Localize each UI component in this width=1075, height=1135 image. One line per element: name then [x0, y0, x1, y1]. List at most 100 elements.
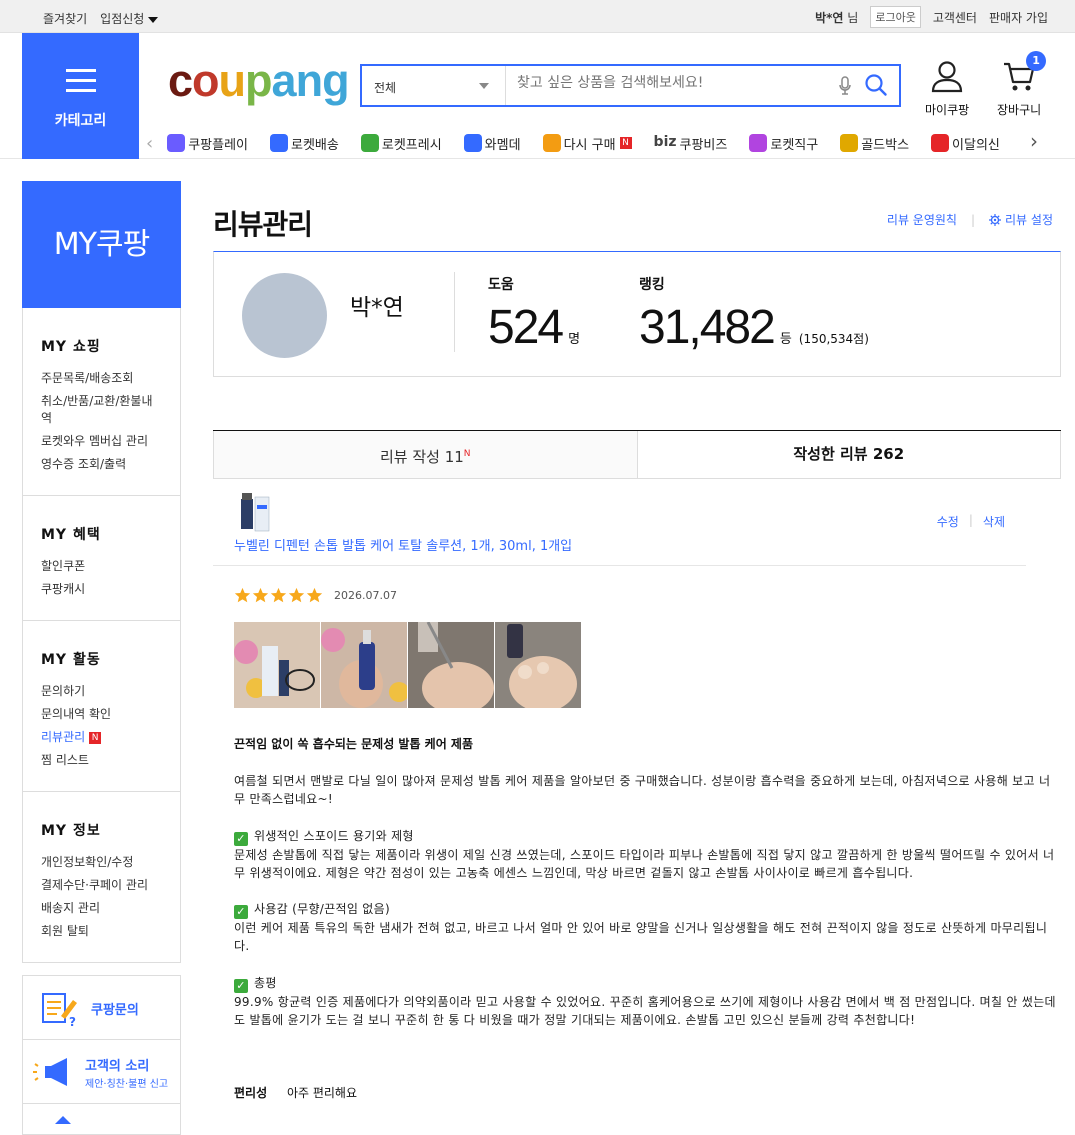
help-value: 524 [488, 301, 564, 354]
sidebar-item[interactable]: 쿠팡캐시 [41, 581, 162, 598]
reviewer-profile-card: 박*연 도움 524 명 랭킹 31,482 등 (150,534점) [213, 251, 1061, 377]
seller-join-link[interactable]: 판매자 가입 [989, 9, 1048, 26]
tab-write-review[interactable]: 리뷰 작성 11N [213, 431, 638, 479]
star-icon [306, 587, 323, 603]
rank-label: 랭킹 [639, 277, 665, 293]
tab-written-reviews[interactable]: 작성한 리뷰 262 [637, 431, 1061, 479]
help-unit: 명 [568, 332, 581, 347]
quick-link[interactable]: 로켓배송 [270, 134, 339, 153]
review-photo[interactable] [321, 622, 407, 708]
review-point: ✓ 사용감 (무향/끈적임 없음) 이런 케어 제품 특유의 독한 냄새가 전혀 없… [234, 900, 1056, 956]
review-point-title: ✓ 총평 [234, 974, 1056, 993]
logout-button[interactable]: 로그아웃 [870, 6, 921, 28]
sidebar-item-label: 회원 탈퇴 [41, 924, 89, 938]
sidebar-item[interactable]: 회원 탈퇴 [41, 923, 162, 940]
sidebar-item[interactable]: 영수증 조회/출력 [41, 456, 162, 473]
sidebar-item-label: 결제수단·쿠페이 관리 [41, 878, 148, 892]
help-label: 도움 [488, 277, 514, 293]
profile-name: 박*연 [350, 295, 404, 321]
divider [213, 565, 1026, 566]
my-coupang-sidebar: MY쿠팡 MY 쇼핑 주문목록/배송조회 취소/반품/교환/환불내역 로켓와우 멤버십… [22, 181, 181, 1135]
review-actions: 수정 | 삭제 [937, 513, 1005, 530]
sidebar-item-label: 영수증 조회/출력 [41, 457, 127, 471]
quick-link[interactable]: 골드박스 [840, 134, 909, 153]
favorites-link[interactable]: 즐겨찾기 [43, 10, 87, 27]
caret-down-icon [148, 16, 159, 23]
customer-center-link[interactable]: 고객센터 [933, 9, 977, 26]
quick-link-icon [167, 134, 186, 152]
chevron-right-icon[interactable]: › [1030, 129, 1038, 153]
edit-button[interactable]: 수정 [937, 513, 959, 530]
sidebar-section: MY 정보 개인정보확인/수정 결제수단·쿠페이 관리 배송지 관리 회원 탈퇴 [22, 792, 181, 963]
seller-apply-menu[interactable]: 입점신청 [100, 10, 159, 27]
search-icon[interactable] [864, 73, 888, 101]
seller-apply-label: 입점신청 [100, 12, 145, 26]
sidebar-item[interactable]: 로켓와우 멤버십 관리 [41, 433, 162, 450]
quick-link[interactable]: 이달의신 [931, 134, 1000, 153]
tab-write-count: 11 [444, 448, 464, 466]
product-name-link[interactable]: 누벨린 디펜턴 손톱 발톱 케어 토탈 솔루션, 1개, 30ml, 1개입 [234, 535, 572, 554]
user-icon [931, 61, 963, 93]
category-menu-button[interactable]: 카테고리 [22, 33, 139, 159]
quick-link[interactable]: 로켓프레시 [360, 134, 442, 153]
quick-link-label: 다시 구매 [563, 137, 616, 153]
customer-voice-banner[interactable]: 고객의 소리 제안·칭찬·불편 신고 [23, 1040, 180, 1104]
new-badge: N [619, 137, 632, 149]
review-photo[interactable] [234, 622, 320, 708]
sidebar-title[interactable]: MY쿠팡 [22, 181, 181, 308]
review-point-title-text: 사용감 (무향/끈적임 없음) [254, 902, 390, 917]
quick-link[interactable]: 와멤데 [463, 134, 521, 153]
sidebar-item[interactable]: 주문목록/배송조회 [41, 370, 162, 387]
sidebar-item-label: 찜 리스트 [41, 753, 89, 767]
quick-link[interactable]: 다시 구매 N [542, 134, 632, 153]
review-photos [234, 622, 581, 708]
user-name: 박*연 [815, 10, 844, 25]
delete-button[interactable]: 삭제 [983, 513, 1005, 530]
convenience-label: 편리성 [234, 1086, 268, 1100]
more-banner[interactable] [23, 1104, 180, 1134]
my-coupang-button[interactable]: 마이쿠팡 [925, 59, 969, 118]
divider [454, 272, 455, 352]
review-photo[interactable] [408, 622, 494, 708]
review-policy-link[interactable]: 리뷰 운영원칙 [887, 211, 957, 228]
link-separator: | [970, 212, 976, 227]
search-input[interactable] [517, 75, 817, 91]
sidebar-item[interactable]: 할인쿠폰 [41, 558, 162, 575]
sidebar-item[interactable]: 취소/반품/교환/환불내역 [41, 393, 162, 427]
quick-link[interactable]: 로켓직구 [749, 134, 818, 153]
sidebar-section: MY 쇼핑 주문목록/배송조회 취소/반품/교환/환불내역 로켓와우 멤버십 관리 영수… [22, 308, 181, 496]
sidebar-item-label: 취소/반품/교환/환불내역 [41, 394, 153, 425]
quick-link[interactable]: 쿠팡플레이 [167, 134, 248, 153]
sidebar-item[interactable]: 찜 리스트 [41, 752, 162, 769]
review-management-main: 리뷰관리 리뷰 운영원칙 | 리뷰 설정 박*연 도움 524 명 랭킹 31,4… [213, 181, 1061, 1100]
customer-voice-title: 고객의 소리 [85, 1059, 150, 1074]
sidebar-item[interactable]: 리뷰관리 N [41, 729, 162, 746]
new-badge: N [89, 731, 102, 744]
help-stat: 도움 524 명 [488, 274, 580, 355]
dropdown-arrow-icon [479, 83, 489, 89]
convenience-value: 아주 편리해요 [286, 1086, 358, 1100]
coupang-inquiry-banner[interactable]: ? 쿠팡문의 [23, 976, 180, 1040]
top-utility-bar: 즐겨찾기 입점신청 박*연 님 로그아웃 고객센터 판매자 가입 [0, 0, 1075, 33]
review-intro: 여름철 되면서 맨발로 다닐 일이 많아져 문제성 발톱 케어 제품을 알아보던… [234, 774, 1051, 807]
coupang-logo[interactable]: coupang [168, 55, 350, 107]
quick-link-label: 쿠팡비즈 [679, 137, 728, 153]
sidebar-item[interactable]: 결제수단·쿠페이 관리 [41, 877, 162, 894]
new-badge: N [463, 449, 471, 459]
quick-link[interactable]: biz 쿠팡비즈 [654, 134, 728, 153]
review-settings-link[interactable]: 리뷰 설정 [989, 211, 1053, 228]
sidebar-item[interactable]: 배송지 관리 [41, 900, 162, 917]
product-thumbnail[interactable] [237, 491, 273, 533]
review-photo[interactable] [495, 622, 581, 708]
search-scope-select[interactable]: 전체 [362, 66, 506, 105]
cart-button[interactable]: 1 장바구니 [997, 51, 1047, 118]
chevron-left-icon[interactable]: ‹ [146, 133, 153, 154]
check-icon: ✓ [234, 905, 248, 920]
sidebar-item[interactable]: 문의내역 확인 [41, 706, 162, 723]
sidebar-item[interactable]: 개인정보확인/수정 [41, 854, 162, 871]
cart-label: 장바구니 [997, 103, 1042, 117]
review-point: ✓ 위생적인 스포이드 용기와 제형 문제성 손발톱에 직접 닿는 제품이라 위생이… [234, 827, 1056, 883]
sidebar-item[interactable]: 문의하기 [41, 683, 162, 700]
microphone-icon[interactable] [838, 76, 852, 100]
category-label: 카테고리 [54, 113, 107, 129]
